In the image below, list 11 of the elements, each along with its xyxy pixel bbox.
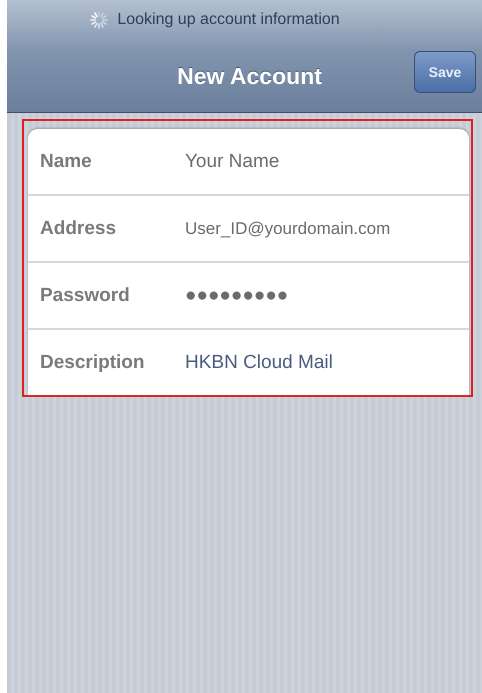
field-label: Description (40, 352, 146, 374)
input-field[interactable]: User_ID@yourdomain.com (185, 218, 465, 238)
spinner-icon (89, 10, 110, 30)
input-field[interactable]: Your Name (185, 150, 465, 172)
field-label: Password (40, 284, 131, 306)
field-label: Address (40, 218, 118, 240)
nav-title: New Account (177, 62, 322, 90)
field-label: Name (40, 150, 93, 172)
status-text: Looking up account information (117, 11, 340, 29)
input-field[interactable]: ●●●●●●●●● (185, 284, 465, 306)
input-field[interactable]: HKBN Cloud Mail (185, 352, 465, 374)
